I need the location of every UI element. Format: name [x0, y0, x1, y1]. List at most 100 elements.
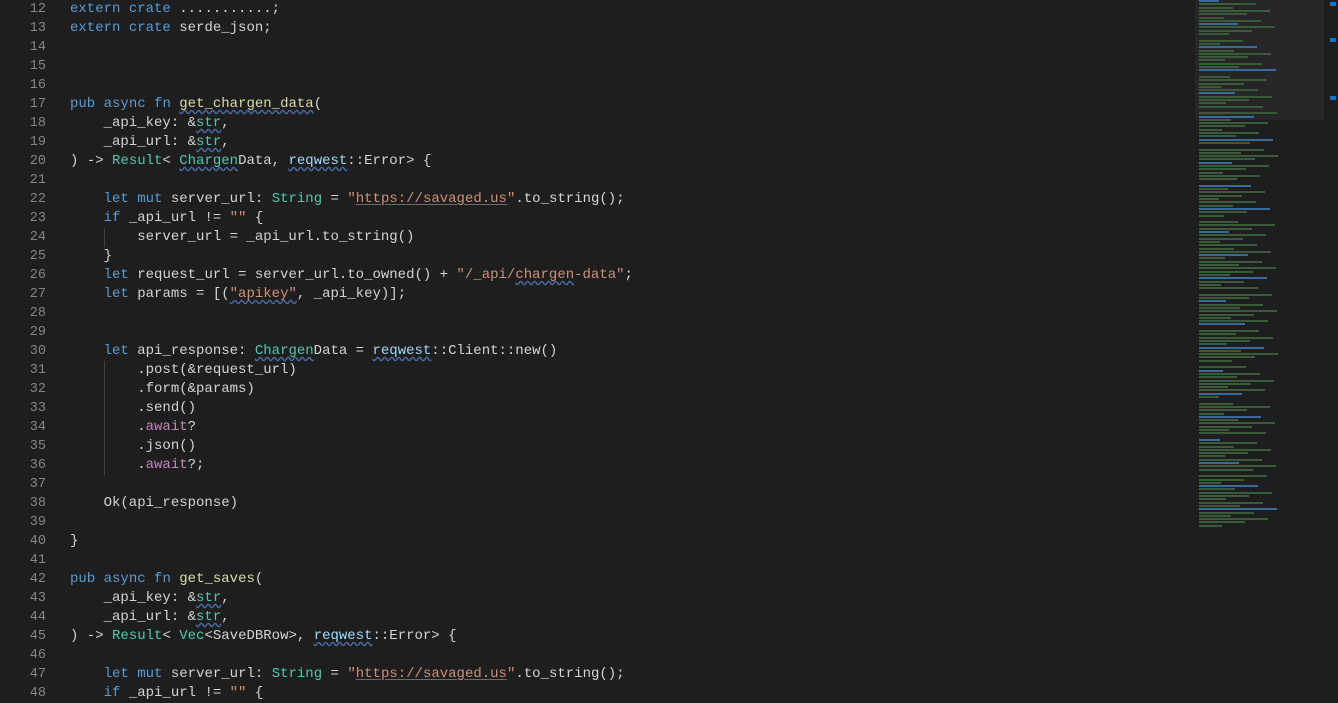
line-number: 13: [0, 19, 46, 38]
code-line[interactable]: [70, 323, 1194, 342]
line-number: 27: [0, 285, 46, 304]
code-line[interactable]: [70, 76, 1194, 95]
minimap-line: [1199, 310, 1277, 312]
code-line[interactable]: _api_url: &str,: [70, 133, 1194, 152]
code-line[interactable]: [70, 646, 1194, 665]
code-line[interactable]: [70, 551, 1194, 570]
code-line[interactable]: .send(): [70, 399, 1194, 418]
minimap-line: [1199, 50, 1234, 52]
code-line[interactable]: }: [70, 247, 1194, 266]
code-line[interactable]: .post(&request_url): [70, 361, 1194, 380]
code-line[interactable]: [70, 57, 1194, 76]
minimap-line: [1199, 122, 1268, 124]
code-line[interactable]: let request_url = server_url.to_owned() …: [70, 266, 1194, 285]
code-line[interactable]: let mut server_url: String = "https://sa…: [70, 190, 1194, 209]
code-line[interactable]: pub async fn get_chargen_data(: [70, 95, 1194, 114]
code-line[interactable]: [70, 475, 1194, 494]
minimap-line: [1199, 7, 1233, 9]
minimap-line: [1199, 238, 1243, 240]
overview-mark[interactable]: [1330, 2, 1336, 6]
code-line[interactable]: [70, 38, 1194, 57]
minimap-line: [1199, 482, 1221, 484]
minimap-line: [1199, 492, 1272, 494]
minimap-line: [1199, 314, 1254, 316]
minimap-line: [1199, 0, 1219, 2]
minimap-line: [1199, 178, 1237, 180]
code-line[interactable]: let api_response: ChargenData = reqwest:…: [70, 342, 1194, 361]
code-line[interactable]: extern crate ...........;: [70, 0, 1194, 19]
code-line[interactable]: ) -> Result< ChargenData, reqwest::Error…: [70, 152, 1194, 171]
code-line[interactable]: let params = [("apikey", _api_key)];: [70, 285, 1194, 304]
line-number: 32: [0, 380, 46, 399]
minimap-line: [1199, 320, 1268, 322]
code-line[interactable]: }: [70, 532, 1194, 551]
minimap-line: [1199, 69, 1276, 71]
code-line[interactable]: _api_url: &str,: [70, 608, 1194, 627]
minimap-line: [1199, 455, 1225, 457]
minimap-line: [1199, 267, 1276, 269]
code-line[interactable]: [70, 171, 1194, 190]
minimap-line: [1199, 459, 1262, 461]
minimap-line: [1199, 380, 1274, 382]
code-line[interactable]: extern crate serde_json;: [70, 19, 1194, 38]
line-number: 45: [0, 627, 46, 646]
code-line[interactable]: _api_key: &str,: [70, 589, 1194, 608]
code-line[interactable]: ) -> Result< Vec<SaveDBRow>, reqwest::Er…: [70, 627, 1194, 646]
minimap-line: [1199, 198, 1219, 200]
minimap-line: [1199, 86, 1221, 88]
minimap-line: [1199, 20, 1261, 22]
code-line[interactable]: .form(&params): [70, 380, 1194, 399]
code-line[interactable]: if _api_url != "" {: [70, 684, 1194, 703]
code-line[interactable]: server_url = _api_url.to_string(): [70, 228, 1194, 247]
minimap-line: [1199, 294, 1272, 296]
minimap-line: [1199, 307, 1240, 309]
minimap-line: [1199, 416, 1261, 418]
minimap-line: [1199, 446, 1234, 448]
code-line[interactable]: if _api_url != "" {: [70, 209, 1194, 228]
minimap-line: [1199, 432, 1266, 434]
minimap-line: [1199, 129, 1222, 131]
minimap-line: [1199, 449, 1271, 451]
overview-ruler[interactable]: [1324, 0, 1338, 686]
code-line[interactable]: [70, 513, 1194, 532]
minimap-line: [1199, 168, 1246, 170]
minimap-line: [1199, 521, 1245, 523]
minimap-line: [1199, 30, 1252, 32]
minimap-line: [1199, 383, 1251, 385]
minimap-line: [1199, 59, 1225, 61]
code-line[interactable]: Ok(api_response): [70, 494, 1194, 513]
line-number: 21: [0, 171, 46, 190]
minimap-line: [1199, 257, 1225, 259]
minimap-line: [1199, 17, 1224, 19]
code-line[interactable]: pub async fn get_saves(: [70, 570, 1194, 589]
line-number: 43: [0, 589, 46, 608]
code-line[interactable]: _api_key: &str,: [70, 114, 1194, 133]
minimap-line: [1199, 215, 1224, 217]
minimap-line: [1199, 73, 1253, 75]
overview-mark[interactable]: [1330, 96, 1336, 100]
minimap-line: [1199, 363, 1269, 365]
minimap-line: [1199, 79, 1267, 81]
code-line[interactable]: [70, 304, 1194, 323]
minimap-line: [1199, 165, 1269, 167]
minimap-line: [1199, 66, 1239, 68]
code-line[interactable]: .await?: [70, 418, 1194, 437]
minimap-line: [1199, 228, 1252, 230]
line-number: 35: [0, 437, 46, 456]
minimap-line: [1199, 109, 1240, 111]
code-line[interactable]: let mut server_url: String = "https://sa…: [70, 665, 1194, 684]
minimap-line: [1199, 135, 1236, 137]
minimap-line: [1199, 205, 1233, 207]
minimap[interactable]: [1194, 0, 1324, 686]
editor-code-area[interactable]: extern crate ...........;extern crate se…: [60, 0, 1194, 686]
code-line[interactable]: .json(): [70, 437, 1194, 456]
minimap-line: [1199, 264, 1239, 266]
minimap-line: [1199, 429, 1229, 431]
minimap-line: [1199, 244, 1257, 246]
minimap-line: [1199, 512, 1254, 514]
minimap-line: [1199, 201, 1256, 203]
code-line[interactable]: .await?;: [70, 456, 1194, 475]
minimap-line: [1199, 142, 1250, 144]
overview-mark[interactable]: [1330, 38, 1336, 42]
line-number: 33: [0, 399, 46, 418]
